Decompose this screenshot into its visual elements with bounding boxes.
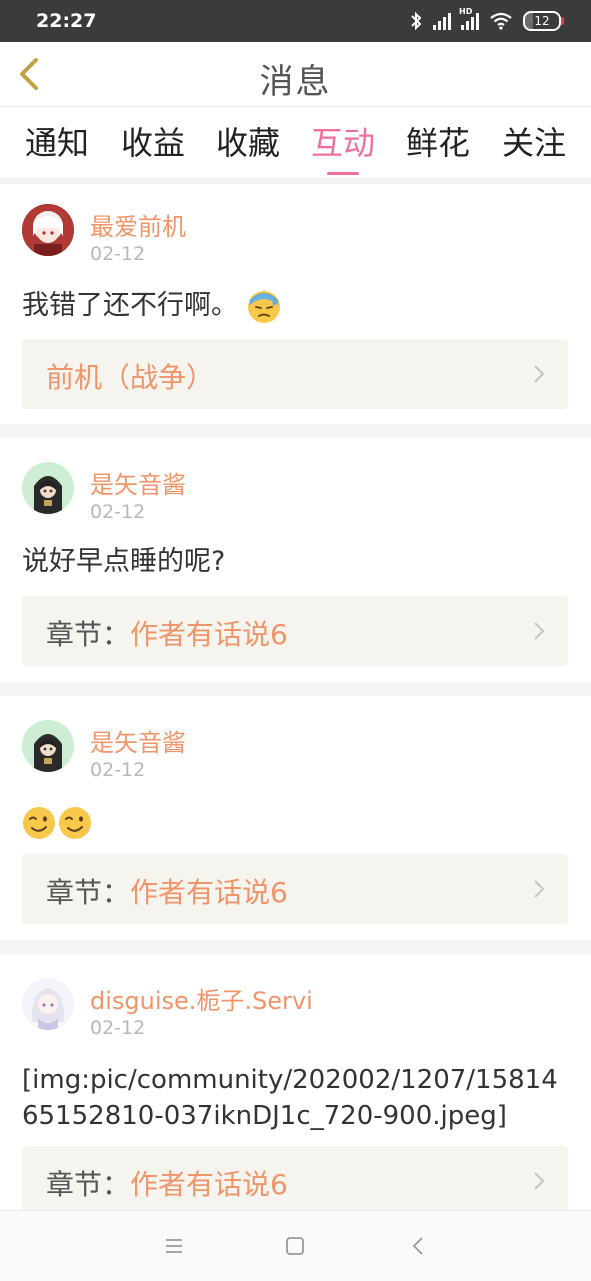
message-date: 02-12 xyxy=(90,759,146,781)
avatar[interactable] xyxy=(22,462,74,514)
item-divider xyxy=(0,682,591,696)
avatar[interactable] xyxy=(22,720,74,772)
source-link-label: 章节：作者有话说6 xyxy=(46,613,288,653)
tab-favorites[interactable]: 收藏 xyxy=(203,118,293,164)
tab-flowers[interactable]: 鲜花 xyxy=(393,118,483,164)
avatar-girl-icon xyxy=(22,204,74,256)
system-navigation-bar xyxy=(0,1210,591,1281)
message-tabs: 通知 收益 收藏 互动 鲜花 关注 xyxy=(0,108,591,184)
source-link-title: 前机（战争） xyxy=(46,361,215,394)
source-link-title: 作者有话说6 xyxy=(130,1168,288,1201)
source-link[interactable]: 章节：作者有话说6 xyxy=(22,854,568,924)
source-link-title: 作者有话说6 xyxy=(130,876,288,909)
source-link-label: 章节：作者有话说6 xyxy=(46,1163,288,1203)
message-text: 我错了还不行啊。 xyxy=(22,288,573,324)
message-date: 02-12 xyxy=(90,243,146,265)
chevron-right-icon xyxy=(534,365,545,383)
message-text-content: 我错了还不行啊。 xyxy=(22,290,238,321)
battery-icon: 12 xyxy=(523,11,564,31)
source-link-title: 作者有话说6 xyxy=(130,618,288,651)
message-item: disguise.栀子.Servi 02-12 [img:pic/communi… xyxy=(0,954,591,1216)
message-text xyxy=(22,804,573,840)
source-link[interactable]: 前机（战争） xyxy=(22,339,568,409)
tab-interactions-label: 互动 xyxy=(310,124,375,162)
source-link-label: 前机（战争） xyxy=(46,356,214,396)
avatar[interactable] xyxy=(22,978,74,1030)
message-item: 是矢音酱 02-12 说好早点睡的呢? 章节：作者有话说6 xyxy=(0,438,591,682)
chevron-right-icon xyxy=(534,622,545,640)
signal-icon xyxy=(433,12,451,30)
top-navigation-bar: 消息 xyxy=(0,42,591,107)
message-text: [img:pic/community/202002/1207/158146515… xyxy=(22,1065,558,1131)
message-date: 02-12 xyxy=(90,1017,146,1039)
source-link[interactable]: 章节：作者有话说6 xyxy=(22,1146,568,1216)
back-icon[interactable] xyxy=(406,1233,432,1259)
username[interactable]: 最爱前机 xyxy=(90,207,186,242)
source-link-label: 章节：作者有话说6 xyxy=(46,871,288,911)
winking-face-icon xyxy=(59,806,91,839)
item-divider xyxy=(0,424,591,438)
chevron-right-icon xyxy=(534,880,545,898)
message-text: 说好早点睡的呢? xyxy=(22,546,226,577)
downcast-sweat-face-icon xyxy=(247,290,280,323)
username[interactable]: 是矢音酱 xyxy=(90,465,186,500)
bluetooth-icon xyxy=(411,11,422,31)
source-link-prefix: 章节： xyxy=(46,1168,131,1201)
item-divider xyxy=(0,940,591,954)
source-link[interactable]: 章节：作者有话说6 xyxy=(22,596,568,666)
username[interactable]: 是矢音酱 xyxy=(90,723,186,758)
tab-notifications[interactable]: 通知 xyxy=(12,118,102,164)
tab-interactions[interactable]: 互动 xyxy=(298,118,388,175)
username[interactable]: disguise.栀子.Servi xyxy=(90,981,313,1016)
avatar-hooded-figure-icon xyxy=(22,462,74,514)
home-square-icon[interactable] xyxy=(282,1233,308,1259)
message-date: 02-12 xyxy=(90,501,146,523)
message-item: 是矢音酱 02-12 章节：作者有话说6 xyxy=(0,696,591,940)
avatar-hooded-figure-icon xyxy=(22,720,74,772)
winking-face-icon xyxy=(23,806,55,839)
wifi-icon xyxy=(490,12,512,30)
avatar-white-hair-girl-icon xyxy=(22,978,74,1030)
chevron-right-icon xyxy=(534,1172,545,1190)
menu-icon[interactable] xyxy=(161,1233,187,1259)
tab-following[interactable]: 关注 xyxy=(489,118,579,164)
active-tab-indicator xyxy=(327,172,359,175)
avatar[interactable] xyxy=(22,204,74,256)
status-icons: HD 12 xyxy=(409,7,564,33)
hd-label: HD xyxy=(459,7,473,16)
tab-earnings[interactable]: 收益 xyxy=(108,118,198,164)
source-link-prefix: 章节： xyxy=(46,876,131,909)
page-title: 消息 xyxy=(259,62,332,102)
status-time: 22:27 xyxy=(36,10,97,32)
signal-hd-icon: HD xyxy=(459,7,479,30)
source-link-prefix: 章节： xyxy=(46,618,131,651)
status-bar: 22:27 HD 12 xyxy=(0,0,591,42)
message-item: 最爱前机 02-12 我错了还不行啊。 前机（战争） xyxy=(0,184,591,422)
